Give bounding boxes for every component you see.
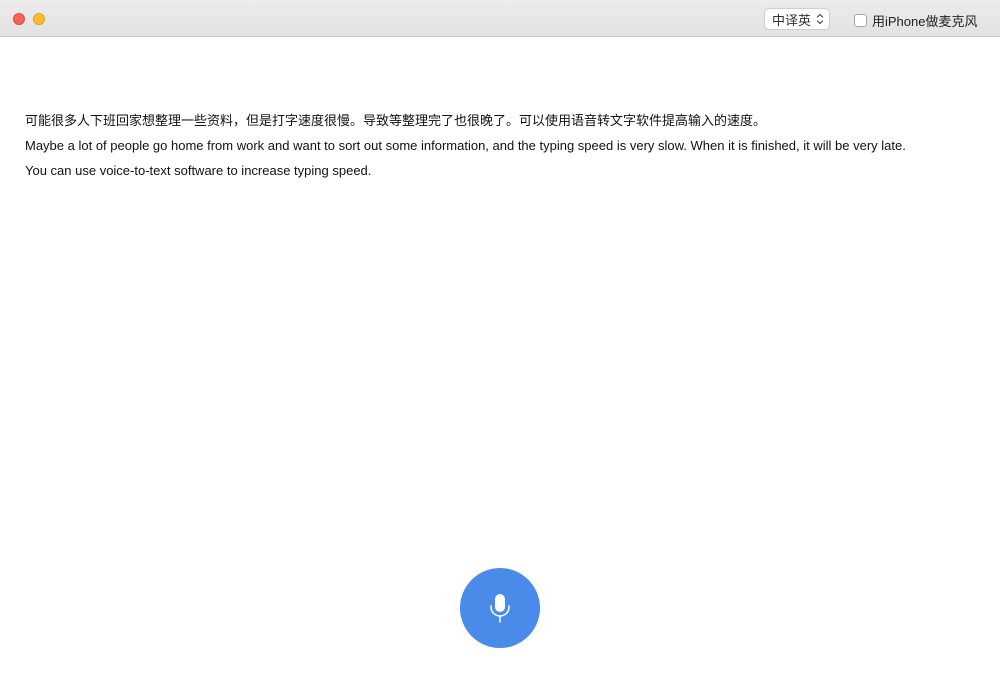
- app-window: 中译英 用iPhone做麦克风 可能很多人下班回家想整理一些资料，但是打字速度很…: [0, 0, 1000, 688]
- transcript-line: 可能很多人下班回家想整理一些资料，但是打字速度很慢。导致等整理完了也很晚了。可以…: [25, 113, 767, 128]
- language-select[interactable]: 中译英: [764, 8, 830, 30]
- iphone-mic-label: 用iPhone做麦克风: [872, 14, 978, 29]
- iphone-mic-toggle[interactable]: 用iPhone做麦克风: [854, 11, 977, 30]
- transcript-area[interactable]: 可能很多人下班回家想整理一些资料，但是打字速度很慢。导致等整理完了也很晚了。可以…: [25, 108, 975, 183]
- transcript-line: You can use voice-to-text software to in…: [25, 163, 372, 178]
- title-bar: 中译英 用iPhone做麦克风: [0, 0, 1000, 37]
- transcript-line: Maybe a lot of people go home from work …: [25, 138, 906, 153]
- language-select-value: 中译英: [772, 12, 812, 28]
- minimize-window-button[interactable]: [33, 13, 45, 25]
- microphone-icon: [490, 594, 510, 623]
- iphone-mic-checkbox[interactable]: [854, 14, 867, 27]
- chevron-up-down-icon: [816, 13, 824, 25]
- close-window-button[interactable]: [13, 13, 25, 25]
- record-button[interactable]: [460, 568, 540, 648]
